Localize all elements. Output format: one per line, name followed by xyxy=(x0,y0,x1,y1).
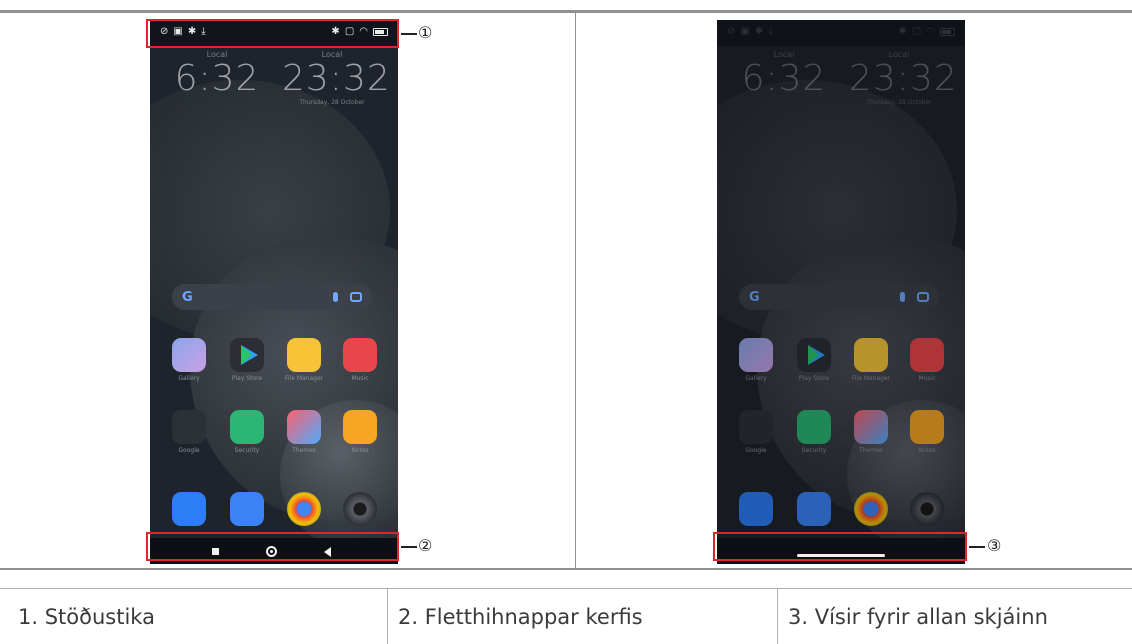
caption-table: 1. Stöðustika 2. Fletthihnappar kerfis 3… xyxy=(0,588,1132,644)
world-clock-right: Local 23:32 Thursday, 28 October xyxy=(282,50,391,106)
caption-full-screen-indicator: 3. Vísir fyrir allan skjáinn xyxy=(777,589,1132,644)
app-icon-gallery[interactable] xyxy=(172,338,206,372)
google-logo-icon: G xyxy=(182,289,193,305)
bottom-rule xyxy=(0,568,1132,570)
caption-system-navigation-buttons: 2. Fletthihnappar kerfis xyxy=(387,589,777,644)
callout-line xyxy=(401,33,417,35)
phone-screenshot-gestures: ⊘ ▣ ✱ ⤓ ✱ ▢ ◠ Local 6:32 Local 23:32 Thu… xyxy=(717,20,965,564)
highlight-status-bar xyxy=(146,19,399,48)
lens-icon[interactable] xyxy=(350,292,362,302)
app-icon-camera[interactable] xyxy=(343,492,377,526)
caption-status-bar: 1. Stöðustika xyxy=(18,605,155,629)
app-label: File Manager xyxy=(284,375,324,382)
world-clock-left: Local 6:32 xyxy=(172,50,262,99)
phone-screenshot-buttons: ⊘ ▣ ✱ ⤓ ✱ ▢ ◠ Local 6:32 Local 23:32 Thu… xyxy=(150,20,398,564)
callout-line xyxy=(969,546,985,548)
app-label: Security xyxy=(234,447,260,454)
app-label: Themes xyxy=(292,447,316,454)
clock-time: 23:32 xyxy=(282,58,391,99)
clock-date: Thursday, 28 October xyxy=(299,99,365,106)
callout-1: ① xyxy=(418,23,433,42)
callout-3: ③ xyxy=(987,536,1002,555)
app-icon-file-manager[interactable] xyxy=(287,338,321,372)
panel-divider xyxy=(575,13,576,569)
app-folder-google[interactable] xyxy=(172,410,206,444)
app-icon-messages[interactable] xyxy=(230,492,264,526)
app-icon-themes[interactable] xyxy=(287,410,321,444)
app-icon-music[interactable] xyxy=(343,338,377,372)
app-label: Play Store xyxy=(231,375,263,382)
app-label: Music xyxy=(351,375,369,382)
clock-time: 6:32 xyxy=(174,58,260,99)
app-label: Notes xyxy=(351,447,369,454)
app-icon-chrome[interactable] xyxy=(287,492,321,526)
app-label: Google xyxy=(178,447,200,454)
highlight-gesture-indicator xyxy=(713,532,967,561)
play-store-icon xyxy=(241,345,258,365)
google-search-bar[interactable]: G xyxy=(172,284,372,310)
app-label: Gallery xyxy=(178,375,200,382)
highlight-navigation-buttons xyxy=(146,532,399,561)
callout-2: ② xyxy=(418,536,433,555)
screen-dim-overlay xyxy=(717,20,965,564)
app-icon-phone[interactable] xyxy=(172,492,206,526)
app-icon-play-store[interactable] xyxy=(230,338,264,372)
microphone-icon[interactable] xyxy=(333,292,338,302)
app-icon-security[interactable] xyxy=(230,410,264,444)
app-icon-notes[interactable] xyxy=(343,410,377,444)
callout-line xyxy=(401,546,417,548)
top-rule xyxy=(0,10,1132,13)
